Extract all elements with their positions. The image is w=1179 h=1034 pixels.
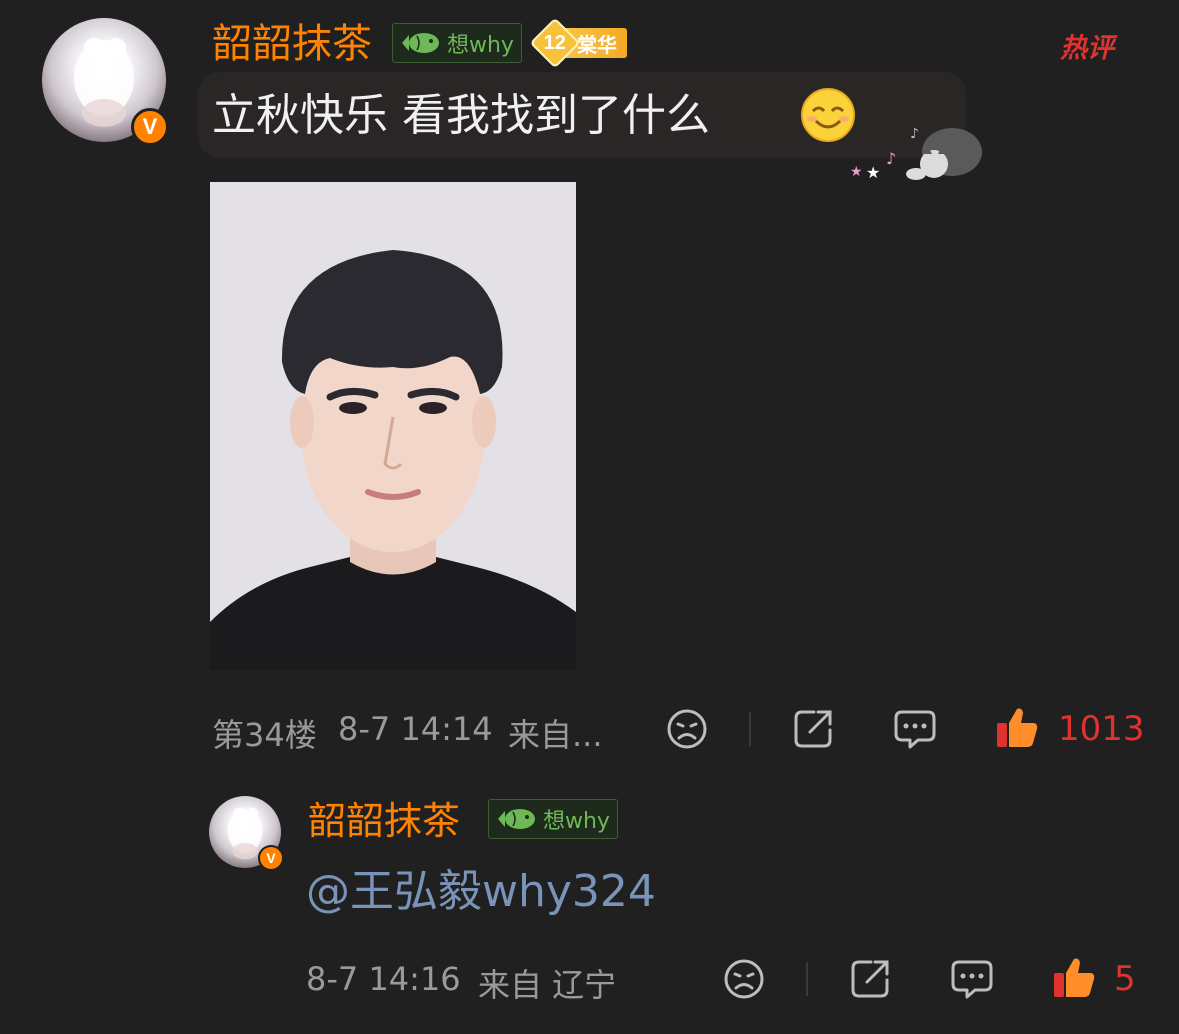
like-button[interactable] bbox=[994, 704, 1040, 750]
comment-source: 来自... bbox=[508, 716, 603, 754]
level-icon: 12 bbox=[529, 17, 581, 69]
like-count: 1013 bbox=[1058, 709, 1145, 749]
reply-dislike-button[interactable] bbox=[721, 956, 767, 1002]
fish-icon bbox=[399, 30, 441, 56]
comment-time: 8-7 14:14 bbox=[338, 710, 493, 748]
reply-share-button[interactable] bbox=[847, 956, 893, 1002]
sad-face-icon bbox=[724, 959, 764, 999]
member-level-badge[interactable]: 12 棠华 bbox=[529, 17, 627, 69]
svg-text:♪: ♪ bbox=[886, 149, 896, 168]
share-button[interactable] bbox=[790, 706, 836, 752]
share-icon bbox=[851, 960, 889, 998]
thumbs-up-icon bbox=[997, 708, 1038, 747]
reply-like-button[interactable] bbox=[1051, 954, 1097, 1000]
fan-badge-label: 想why bbox=[447, 33, 514, 58]
comment-username[interactable]: 韶韶抹茶 bbox=[212, 18, 372, 70]
reply-time: 8-7 14:16 bbox=[306, 960, 461, 998]
action-divider bbox=[749, 712, 751, 746]
svg-text:♪: ♪ bbox=[910, 126, 919, 142]
verified-v-icon: V bbox=[131, 108, 169, 146]
reply-button[interactable] bbox=[892, 706, 938, 752]
verified-v-icon: V bbox=[258, 845, 284, 871]
sad-face-icon bbox=[667, 709, 707, 749]
cat-sticker-icon: ★ ★ ♪ ♪ bbox=[842, 110, 986, 184]
portrait-image bbox=[210, 182, 576, 670]
reply-fan-badge[interactable]: 想why bbox=[488, 799, 618, 839]
comment-photo[interactable] bbox=[210, 182, 576, 670]
thumbs-up-icon bbox=[1054, 958, 1095, 997]
svg-text:★: ★ bbox=[866, 163, 880, 182]
dislike-button[interactable] bbox=[664, 706, 710, 752]
fish-icon bbox=[495, 806, 537, 832]
reply-comment-button[interactable] bbox=[949, 956, 995, 1002]
reply-mention-link[interactable]: @王弘毅why324 bbox=[306, 862, 656, 922]
fan-badge-label: 想why bbox=[543, 809, 610, 834]
fan-badge[interactable]: 想why bbox=[392, 23, 522, 63]
comment-text: 立秋快乐 看我找到了什么 bbox=[212, 90, 710, 141]
reply-source: 来自 辽宁 bbox=[478, 966, 617, 1004]
reply-username[interactable]: 韶韶抹茶 bbox=[308, 796, 460, 846]
comment-icon bbox=[894, 710, 936, 749]
comment-icon bbox=[951, 960, 993, 999]
action-divider bbox=[806, 962, 808, 996]
level-number: 12 bbox=[543, 31, 567, 54]
svg-text:★: ★ bbox=[850, 164, 863, 180]
comment-floor: 第34楼 bbox=[212, 716, 317, 754]
hot-comment-tag: 热评 bbox=[1060, 33, 1114, 64]
share-icon bbox=[794, 710, 832, 748]
reply-like-count: 5 bbox=[1114, 959, 1136, 999]
